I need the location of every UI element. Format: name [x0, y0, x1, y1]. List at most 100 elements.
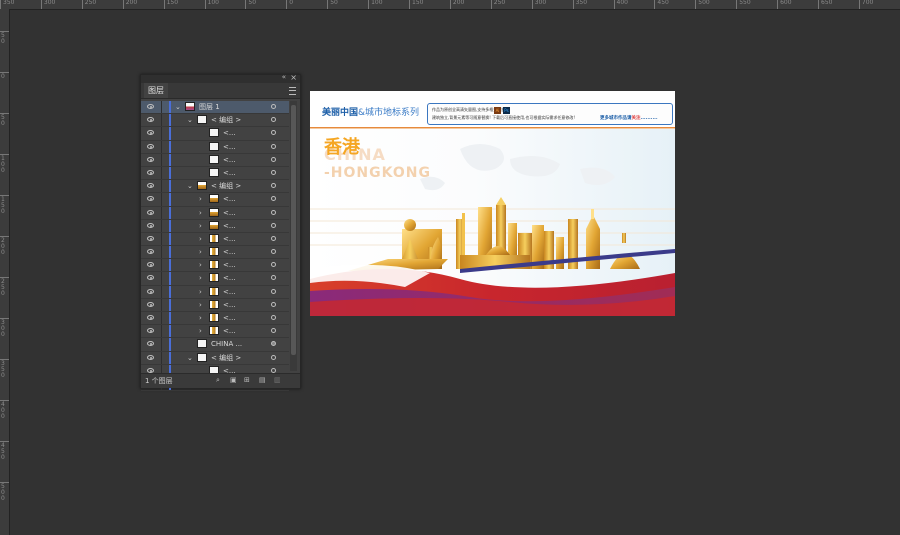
collapse-chevron-icon[interactable]: › [199, 259, 202, 271]
delete-layer-icon[interactable]: ▥ [274, 377, 281, 384]
layer-name[interactable]: <... [223, 220, 236, 232]
target-circle-icon[interactable] [271, 196, 276, 202]
expand-chevron-icon[interactable]: ⌄ [187, 180, 193, 192]
collapse-panel-icon[interactable]: « [282, 73, 286, 81]
expand-chevron-icon[interactable]: ⌄ [187, 114, 193, 126]
create-sublayer-icon[interactable]: ⊞ [244, 377, 251, 384]
lock-column[interactable] [161, 232, 162, 246]
layer-row[interactable]: › <... [141, 285, 289, 299]
layer-row[interactable]: ⌄ < 编组 > [141, 351, 289, 365]
lock-column[interactable] [161, 351, 162, 364]
visibility-eye-icon[interactable] [147, 275, 154, 281]
layer-row[interactable]: CHINA ... [141, 338, 289, 352]
lock-column[interactable] [161, 140, 162, 153]
collapse-chevron-icon[interactable]: › [199, 286, 202, 298]
vertical-ruler[interactable]: 50 0 50 100 150 200 250 300 350 400 450 500 [0, 9, 10, 535]
layer-name[interactable]: <... [223, 167, 236, 179]
target-circle-icon[interactable] [271, 143, 276, 149]
target-circle-icon[interactable] [271, 156, 276, 162]
lock-column[interactable] [161, 259, 162, 272]
layer-row[interactable]: › <... [141, 298, 289, 312]
layer-name[interactable]: < 编组 > [211, 180, 241, 192]
target-circle-icon[interactable] [271, 262, 276, 268]
scroll-thumb[interactable] [291, 105, 296, 355]
target-circle-icon[interactable] [271, 235, 276, 241]
layer-row[interactable]: › <... [141, 206, 289, 220]
layer-name[interactable]: <... [223, 272, 236, 284]
layer-row[interactable]: › <... [141, 259, 289, 273]
layers-scrollbar[interactable] [290, 101, 297, 371]
visibility-eye-icon[interactable] [147, 288, 154, 294]
layer-row[interactable]: <... [141, 127, 289, 141]
lock-column[interactable] [161, 219, 162, 232]
visibility-eye-icon[interactable] [147, 328, 154, 334]
layer-name[interactable]: < 编组 > [211, 114, 241, 126]
lock-column[interactable] [161, 206, 162, 219]
target-circle-icon[interactable] [271, 222, 276, 228]
layer-name[interactable]: < 编组 > [211, 352, 241, 364]
visibility-eye-icon[interactable] [147, 367, 154, 373]
lock-column[interactable] [161, 101, 162, 114]
layer-row[interactable]: › <... [141, 232, 289, 247]
layer-name[interactable]: 图层 1 [199, 101, 220, 113]
expand-chevron-icon[interactable]: ⌄ [187, 352, 193, 364]
visibility-eye-icon[interactable] [147, 130, 154, 136]
collapse-chevron-icon[interactable]: › [199, 207, 202, 219]
layer-name[interactable]: <... [223, 141, 236, 153]
target-circle-icon[interactable] [271, 315, 276, 320]
visibility-eye-icon[interactable] [147, 209, 154, 215]
layer-row[interactable]: › <... [141, 219, 289, 233]
make-clipping-mask-icon[interactable]: ▣ [230, 377, 237, 384]
collapse-chevron-icon[interactable]: › [199, 312, 202, 324]
visibility-eye-icon[interactable] [147, 301, 154, 307]
target-circle-icon[interactable] [271, 104, 276, 109]
visibility-eye-icon[interactable] [147, 169, 154, 175]
panel-menu-icon[interactable] [289, 87, 296, 95]
target-circle-icon[interactable] [271, 183, 276, 189]
lock-column[interactable] [161, 246, 162, 259]
collapse-chevron-icon[interactable]: › [199, 272, 202, 284]
layer-name[interactable]: <... [223, 127, 236, 139]
layer-name[interactable]: CHINA ... [211, 338, 242, 350]
visibility-eye-icon[interactable] [147, 222, 154, 228]
visibility-eye-icon[interactable] [147, 235, 154, 241]
layer-row[interactable]: › <... [141, 193, 289, 207]
collapse-chevron-icon[interactable]: › [199, 246, 202, 258]
tab-layers[interactable]: 图层 [144, 83, 168, 98]
collapse-chevron-icon[interactable]: › [199, 233, 202, 245]
visibility-eye-icon[interactable] [147, 143, 154, 149]
visibility-eye-icon[interactable] [147, 315, 154, 320]
target-circle-icon[interactable] [271, 288, 276, 294]
lock-column[interactable] [161, 285, 162, 298]
layer-name[interactable]: <... [223, 259, 236, 271]
visibility-eye-icon[interactable] [147, 104, 154, 109]
lock-column[interactable] [161, 338, 162, 351]
layer-row-top[interactable]: ⌄ 图层 1 [141, 101, 289, 115]
visibility-eye-icon[interactable] [147, 341, 154, 347]
layer-row[interactable]: ⌄ < 编组 > [141, 114, 289, 128]
lock-column[interactable] [161, 180, 162, 193]
layer-name[interactable]: <... [223, 193, 236, 205]
close-icon[interactable]: × [290, 73, 297, 82]
lock-column[interactable] [161, 193, 162, 206]
layer-row[interactable]: ⌄ < 编组 > [141, 180, 289, 194]
target-circle-icon[interactable] [271, 209, 276, 215]
artboard[interactable]: 美丽中国&城市地标系列 作品为原创全高清矢量图,支持多格式转换 Ai Ps 建筑… [310, 91, 675, 316]
horizontal-ruler[interactable]: 350 300 250 200 150 100 50 0 50 100 150 200 250 300 35… [0, 0, 900, 10]
layer-name[interactable]: <... [223, 207, 236, 219]
layer-name[interactable]: <... [223, 312, 236, 324]
layer-row[interactable]: <... [141, 153, 289, 167]
panel-drag-bar[interactable]: « × [141, 73, 300, 83]
lock-column[interactable] [161, 312, 162, 325]
layer-name[interactable]: <... [223, 246, 236, 258]
layer-name[interactable]: <... [223, 154, 236, 166]
target-circle-icon[interactable] [271, 249, 276, 255]
collapse-chevron-icon[interactable]: › [199, 193, 202, 205]
lock-column[interactable] [161, 127, 162, 140]
target-circle-icon[interactable] [271, 301, 276, 307]
lock-column[interactable] [161, 298, 162, 311]
layer-name[interactable]: <... [223, 233, 236, 245]
target-circle-icon[interactable] [271, 341, 276, 347]
create-new-layer-icon[interactable]: ▤ [259, 377, 266, 384]
layer-row[interactable]: <... [141, 140, 289, 154]
